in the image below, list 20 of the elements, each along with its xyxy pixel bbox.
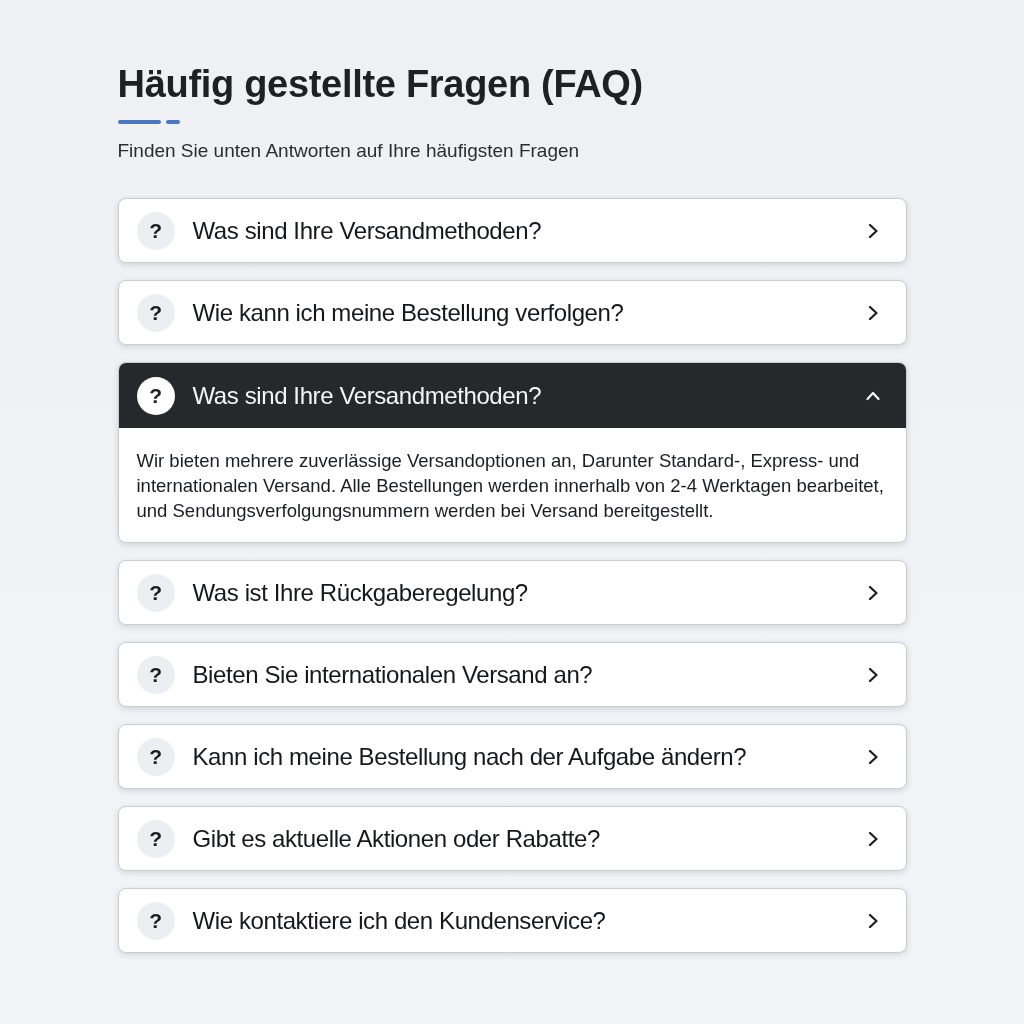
question-mark-icon: ? <box>136 211 175 250</box>
question-mark-icon: ? <box>136 293 175 332</box>
faq-question-toggle[interactable]: ? Wie kontaktiere ich den Kundenservice? <box>117 888 907 954</box>
question-mark-icon: ? <box>136 737 175 776</box>
question-mark-icon: ? <box>136 376 175 415</box>
answer-text: Wir bieten mehrere zuverlässige Versandoptionen an, Darunter Standard-, Express- und internationalen Versand. Alle Bestellungen werden innerhalb von 2-4 Werktagen bearbeitet, und Sendungsverfolgungsnummern werden bei Versand bereitgestellt. <box>135 449 885 524</box>
faq-question-toggle[interactable]: ? Gibt es aktuelle Aktionen oder Rabatte? <box>117 806 907 872</box>
title-accent-rule <box>117 119 180 124</box>
question-mark-icon: ? <box>136 573 175 612</box>
question-mark-icon: ? <box>136 655 175 694</box>
page-title: Häufig gestellte Fragen (FAQ) <box>117 62 644 107</box>
page-subtitle: Finden Sie unten Antworten auf Ihre häufigsten Fragen <box>117 139 581 163</box>
faq-question-toggle[interactable]: ? Bieten Sie internationalen Versand an? <box>117 642 907 708</box>
question-mark-icon: ? <box>136 819 175 858</box>
faq-question-toggle[interactable]: ? Was ist Ihre Rückgaberegelung? <box>117 560 907 626</box>
faq-question-toggle[interactable]: ? Kann ich meine Bestellung nach der Aufgabe ändern? <box>117 724 907 790</box>
faq-question-toggle[interactable]: ? Wie kann ich meine Bestellung verfolgen? <box>117 280 907 346</box>
faq-question-toggle[interactable]: ? Was sind Ihre Versandmethoden? <box>118 363 906 429</box>
question-mark-icon: ? <box>136 901 175 940</box>
faq-question-toggle[interactable]: ? Was sind Ihre Versandmethoden? <box>117 198 907 264</box>
